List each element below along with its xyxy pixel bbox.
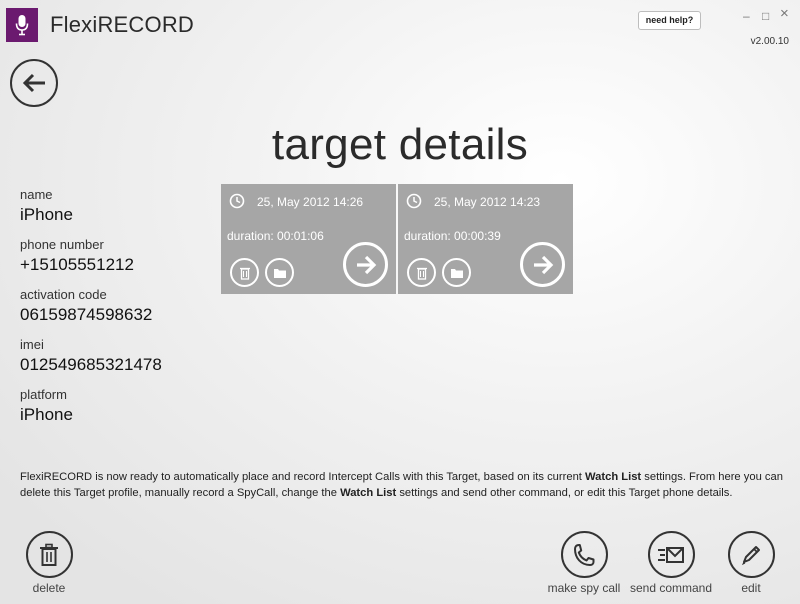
field-phone-number: phone number +15105551212 — [20, 236, 210, 286]
field-name: name iPhone — [20, 186, 210, 236]
info-paragraph: FlexiRECORD is now ready to automaticall… — [20, 470, 790, 502]
phone-icon — [574, 543, 595, 566]
recording-datetime: 25, May 2012 14:26 — [257, 195, 364, 209]
delete-recording-button[interactable] — [230, 258, 259, 287]
field-label: imei — [20, 337, 44, 352]
recording-tile[interactable]: 25, May 2012 14:23 duration: 00:00:39 — [398, 184, 573, 294]
field-label: phone number — [20, 237, 104, 252]
info-text: FlexiRECORD is now ready to automaticall… — [20, 471, 586, 483]
arrow-right-icon — [533, 255, 553, 274]
clock-icon — [229, 193, 245, 209]
field-value: iPhone — [20, 205, 73, 224]
version-label: v2.00.10 — [750, 36, 789, 47]
field-platform: platform iPhone — [20, 386, 210, 436]
delete-recording-button[interactable] — [407, 258, 436, 287]
play-recording-button[interactable] — [343, 242, 388, 287]
info-text: settings and send other command, or edit… — [396, 486, 733, 499]
title-bar: FlexiRECORD need help? – □ × v2.00.10 — [0, 0, 800, 48]
field-label: name — [20, 187, 53, 202]
arrow-left-icon — [22, 73, 45, 93]
microphone-icon — [6, 8, 38, 42]
open-folder-button[interactable] — [442, 258, 471, 287]
need-help-button[interactable]: need help? — [638, 11, 701, 30]
arrow-right-icon — [356, 255, 376, 274]
clock-icon — [406, 193, 422, 209]
spy-call-circle — [560, 531, 608, 578]
pencil-icon — [741, 545, 760, 565]
target-details: name iPhone phone number +15105551212 ac… — [20, 186, 210, 436]
field-value: 012549685321478 — [20, 355, 162, 374]
trash-icon — [416, 267, 427, 280]
make-spy-call-button[interactable]: make spy call — [546, 531, 622, 595]
field-activation-code: activation code 06159874598632 — [20, 286, 210, 336]
app-title: FlexiRECORD — [50, 12, 194, 38]
back-button[interactable] — [10, 59, 58, 107]
play-recording-button[interactable] — [520, 242, 565, 287]
folder-icon — [450, 268, 463, 278]
field-value: iPhone — [20, 405, 73, 424]
close-button[interactable]: × — [780, 6, 789, 21]
page-title: target details — [271, 120, 529, 169]
minimize-button[interactable]: – — [743, 10, 750, 22]
send-command-button[interactable]: send command — [628, 531, 714, 595]
folder-icon — [273, 268, 286, 278]
field-value: +15105551212 — [20, 255, 134, 274]
trash-icon — [239, 267, 250, 280]
field-label: platform — [20, 387, 67, 402]
delete-label: delete — [32, 581, 66, 595]
app-title-suffix: RECORD — [97, 12, 194, 37]
recording-tile[interactable]: 25, May 2012 14:26 duration: 00:01:06 — [221, 184, 396, 294]
delete-circle — [25, 531, 73, 578]
trash-icon — [40, 543, 58, 566]
spy-call-label: make spy call — [547, 581, 621, 595]
delete-target-button[interactable]: delete — [15, 531, 83, 595]
edit-target-button[interactable]: edit — [722, 531, 780, 595]
recording-datetime: 25, May 2012 14:23 — [434, 195, 541, 209]
open-folder-button[interactable] — [265, 258, 294, 287]
field-label: activation code — [20, 287, 107, 302]
recording-duration: duration: 00:00:39 — [404, 229, 501, 243]
recording-duration: duration: 00:01:06 — [227, 229, 324, 243]
maximize-button[interactable]: □ — [762, 10, 769, 22]
send-command-circle — [647, 531, 695, 578]
edit-circle — [727, 531, 775, 578]
field-imei: imei 012549685321478 — [20, 336, 210, 386]
info-bold: Watch List — [585, 471, 642, 483]
app-title-prefix: Flexi — [50, 12, 98, 37]
send-mail-icon — [658, 546, 684, 563]
field-value: 06159874598632 — [20, 305, 153, 324]
info-bold: Watch List — [340, 486, 397, 499]
send-command-label: send command — [629, 581, 713, 595]
edit-label: edit — [741, 581, 761, 595]
